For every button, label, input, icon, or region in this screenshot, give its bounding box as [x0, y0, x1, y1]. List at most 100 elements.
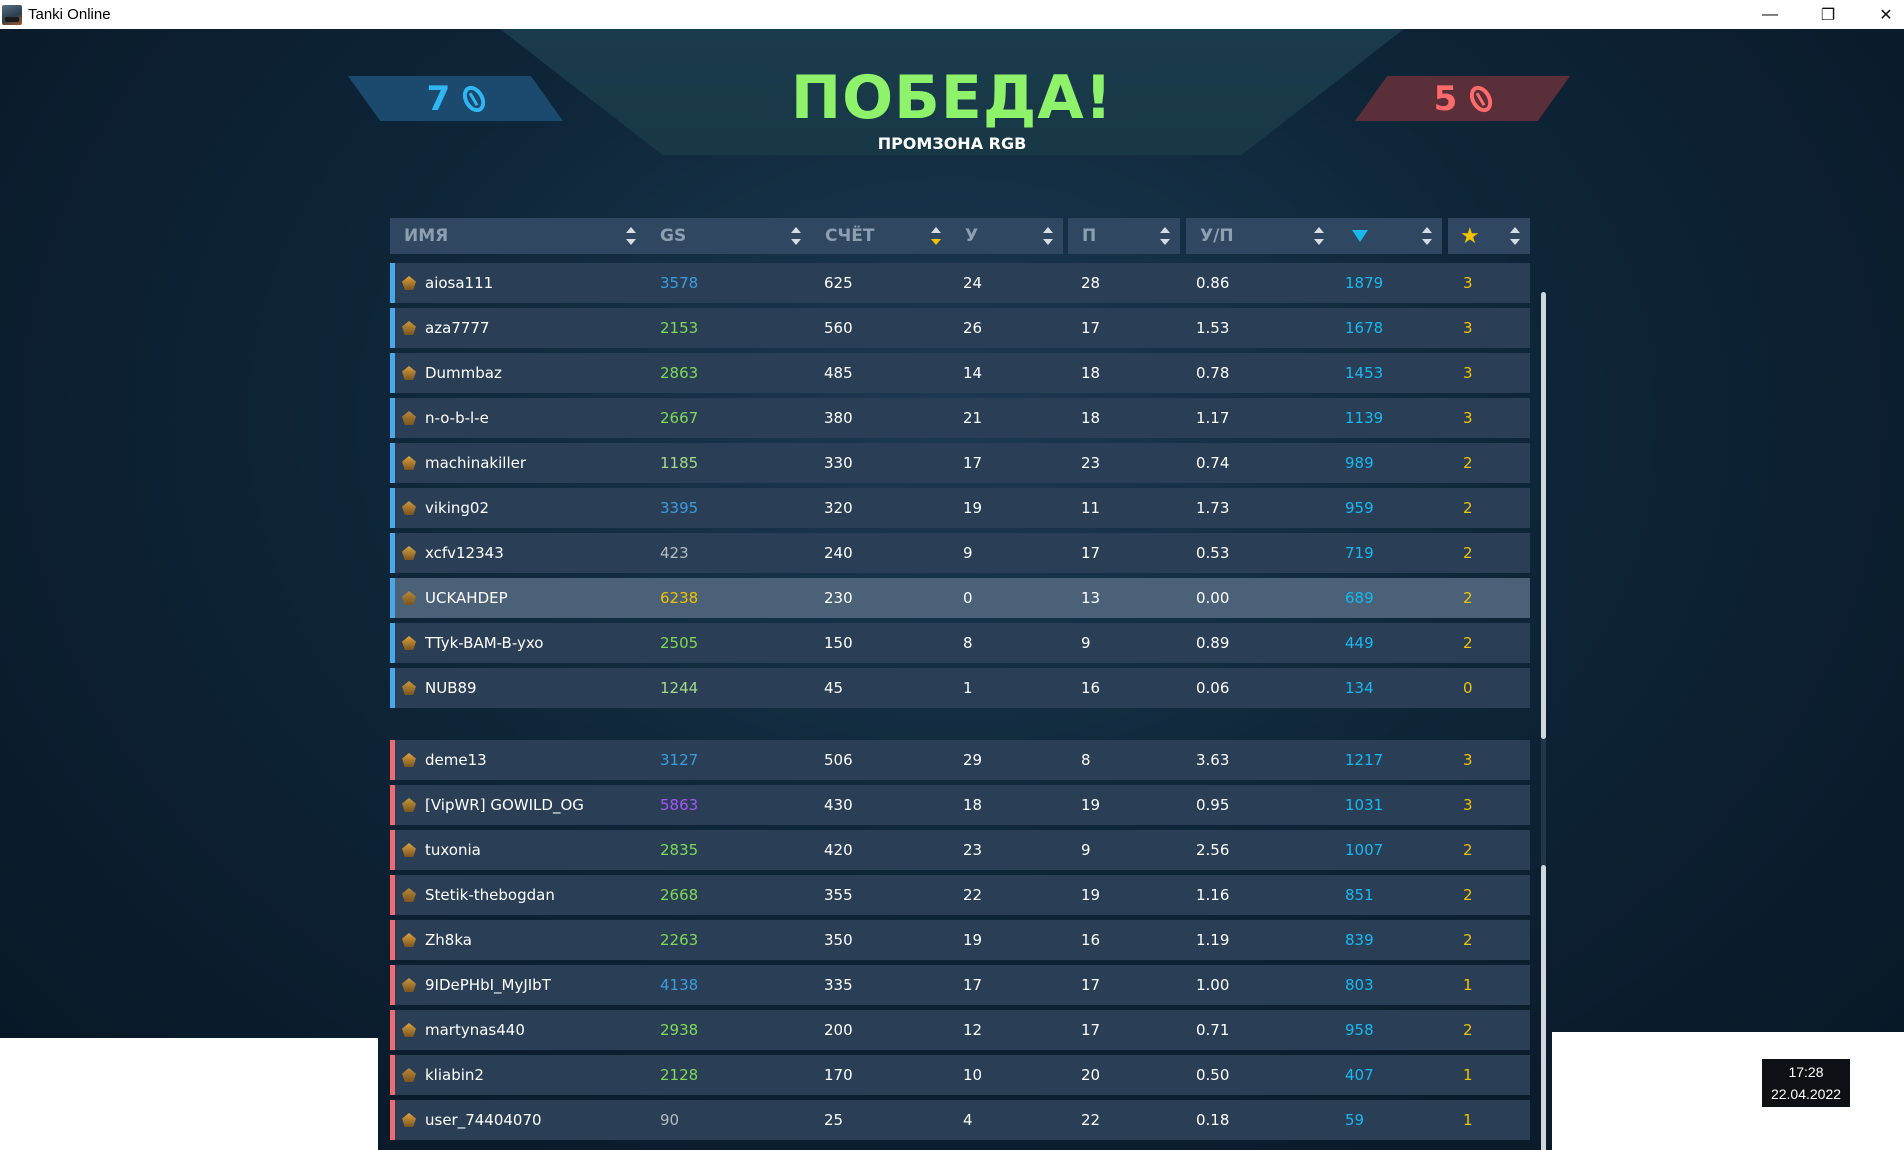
rugby-ball-icon: [458, 81, 490, 116]
rank-icon: [402, 753, 416, 767]
player-name[interactable]: Stetik-thebogdan: [425, 886, 555, 904]
column-header-score[interactable]: СЧЁТ: [811, 218, 951, 254]
player-name[interactable]: tuxonia: [425, 841, 481, 859]
player-name[interactable]: Zh8ka: [425, 931, 472, 949]
player-name[interactable]: NUB89: [425, 679, 477, 697]
player-name[interactable]: aiosa111: [425, 274, 493, 292]
team-color-bar: [390, 1100, 395, 1140]
restore-button[interactable]: ❐: [1800, 0, 1856, 29]
column-header-gs[interactable]: GS: [646, 218, 811, 254]
column-header-deaths[interactable]: П: [1068, 218, 1180, 254]
player-kd: 1.16: [1196, 886, 1230, 904]
player-score: 240: [824, 544, 853, 562]
player-name[interactable]: 9IDePHbI_MyJIbT: [425, 976, 551, 994]
player-deaths: 17: [1081, 976, 1101, 994]
player-score: 380: [824, 409, 853, 427]
player-stars: 2: [1463, 499, 1473, 517]
player-deaths: 23: [1081, 454, 1101, 472]
sort-icon[interactable]: [626, 227, 636, 245]
player-row[interactable]: user_74404070 90 25 4 22 0.18 59 1: [390, 1100, 1530, 1140]
player-row[interactable]: aza7777 2153 560 26 17 1.53 1678 3: [390, 308, 1530, 348]
column-header-crystals[interactable]: [1334, 218, 1442, 254]
team-color-bar: [390, 920, 395, 960]
player-row[interactable]: xcfv12343 423 240 9 17 0.53 719 2: [390, 533, 1530, 573]
player-name[interactable]: xcfv12343: [425, 544, 504, 562]
player-name[interactable]: user_74404070: [425, 1111, 542, 1129]
player-score: 506: [824, 751, 853, 769]
player-name[interactable]: [VipWR] GOWILD_OG: [425, 796, 584, 814]
player-name[interactable]: deme13: [425, 751, 487, 769]
column-header-stars[interactable]: ★: [1448, 218, 1530, 254]
sort-icon[interactable]: [1422, 227, 1432, 245]
player-kd: 0.74: [1196, 454, 1230, 472]
player-row[interactable]: viking02 3395 320 19 11 1.73 959 2: [390, 488, 1530, 528]
team-color-bar: [390, 740, 395, 780]
player-kills: 26: [963, 319, 983, 337]
player-crystals: 958: [1345, 1021, 1374, 1039]
player-row[interactable]: tuxonia 2835 420 23 9 2.56 1007 2: [390, 830, 1530, 870]
rank-icon: [402, 1113, 416, 1127]
team-color-bar: [390, 668, 395, 708]
player-name[interactable]: TTyk-BAM-B-yxo: [425, 634, 543, 652]
minimize-button[interactable]: —: [1742, 0, 1798, 29]
player-row[interactable]: Dummbaz 2863 485 14 18 0.78 1453 3: [390, 353, 1530, 393]
player-row[interactable]: kliabin2 2128 170 10 20 0.50 407 1: [390, 1055, 1530, 1095]
sort-icon[interactable]: [1043, 227, 1053, 245]
player-row[interactable]: [VipWR] GOWILD_OG 5863 430 18 19 0.95 1031 3: [390, 785, 1530, 825]
victory-title: ПОБЕДА!: [790, 63, 1114, 133]
player-row[interactable]: aiosa111 3578 625 24 28 0.86 1879 3: [390, 263, 1530, 303]
player-name[interactable]: viking02: [425, 499, 489, 517]
close-button[interactable]: ✕: [1858, 0, 1904, 29]
scrollbar-thumb[interactable]: [1541, 292, 1546, 739]
player-name[interactable]: martynas440: [425, 1021, 525, 1039]
player-name[interactable]: Dummbaz: [425, 364, 502, 382]
player-name[interactable]: aza7777: [425, 319, 489, 337]
player-row[interactable]: martynas440 2938 200 12 17 0.71 958 2: [390, 1010, 1530, 1050]
gear-score: 4138: [660, 976, 699, 994]
player-name[interactable]: n-o-b-l-e: [425, 409, 489, 427]
player-crystals: 839: [1345, 931, 1374, 949]
player-row[interactable]: TTyk-BAM-B-yxo 2505 150 8 9 0.89 449 2: [390, 623, 1530, 663]
player-deaths: 18: [1081, 364, 1101, 382]
gear-score: 2505: [660, 634, 699, 652]
player-deaths: 16: [1081, 679, 1101, 697]
player-kd: 0.95: [1196, 796, 1230, 814]
column-header-name[interactable]: ИМЯ: [390, 218, 646, 254]
team-color-bar: [390, 965, 395, 1005]
player-name[interactable]: machinakiller: [425, 454, 526, 472]
player-kills: 29: [963, 751, 983, 769]
player-stars: 2: [1463, 886, 1473, 904]
column-header-kd[interactable]: У/П: [1186, 218, 1334, 254]
player-name[interactable]: UCKAHDEP: [425, 589, 508, 607]
rank-icon: [402, 456, 416, 470]
player-kills: 9: [963, 544, 973, 562]
player-crystals: 959: [1345, 499, 1374, 517]
sort-icon[interactable]: [931, 227, 941, 245]
player-row[interactable]: Zh8ka 2263 350 19 16 1.19 839 2: [390, 920, 1530, 960]
player-stars: 1: [1463, 1066, 1473, 1084]
player-kills: 19: [963, 931, 983, 949]
scrollbar-thumb-lower[interactable]: [1541, 865, 1546, 1150]
player-stars: 1: [1463, 976, 1473, 994]
rank-icon: [402, 843, 416, 857]
player-deaths: 17: [1081, 1021, 1101, 1039]
player-row[interactable]: machinakiller 1185 330 17 23 0.74 989 2: [390, 443, 1530, 483]
player-row[interactable]: n-o-b-l-e 2667 380 21 18 1.17 1139 3: [390, 398, 1530, 438]
player-kills: 23: [963, 841, 983, 859]
player-name[interactable]: kliabin2: [425, 1066, 484, 1084]
player-row[interactable]: NUB89 1244 45 1 16 0.06 134 0: [390, 668, 1530, 708]
player-row[interactable]: UCKAHDEP 6238 230 0 13 0.00 689 2: [390, 578, 1530, 618]
player-score: 150: [824, 634, 853, 652]
gear-score: 1244: [660, 679, 699, 697]
player-row[interactable]: 9IDePHbI_MyJIbT 4138 335 17 17 1.00 803 1: [390, 965, 1530, 1005]
sort-icon[interactable]: [1160, 227, 1170, 245]
player-row[interactable]: deme13 3127 506 29 8 3.63 1217 3: [390, 740, 1530, 780]
sort-icon[interactable]: [1314, 227, 1324, 245]
player-stars: 2: [1463, 841, 1473, 859]
sort-icon[interactable]: [791, 227, 801, 245]
team-color-bar: [390, 785, 395, 825]
player-row[interactable]: Stetik-thebogdan 2668 355 22 19 1.16 851 2: [390, 875, 1530, 915]
sort-icon[interactable]: [1510, 227, 1520, 245]
team-color-bar: [390, 308, 395, 348]
column-header-kills[interactable]: У: [951, 218, 1063, 254]
